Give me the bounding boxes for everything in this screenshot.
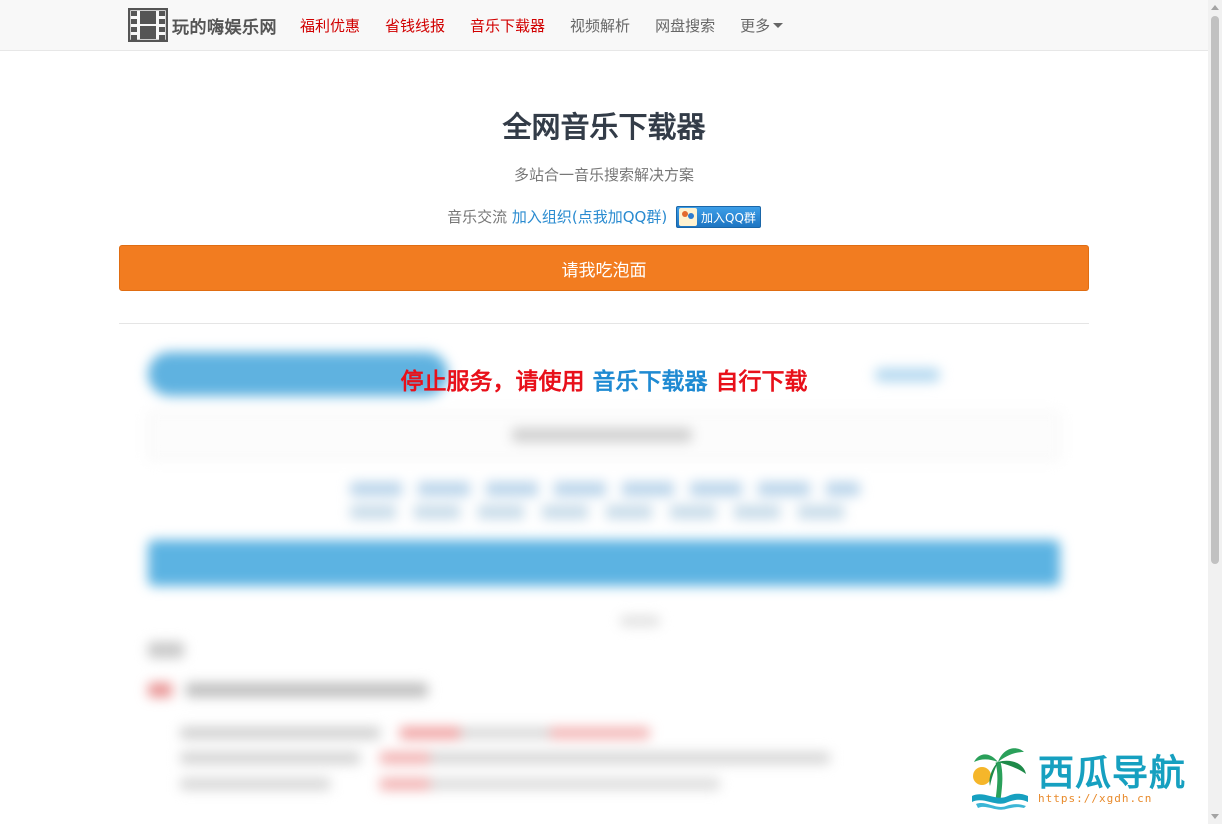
scroll-up-icon[interactable] <box>1211 5 1219 10</box>
palm-island-logo-icon <box>972 748 1028 810</box>
blurred-text-line <box>180 727 650 739</box>
blurred-small-text <box>620 616 660 626</box>
blurred-source-options <box>350 482 860 496</box>
watermark-title: 西瓜导航 <box>1038 752 1187 794</box>
site-watermark: 西瓜导航 https://xgdh.cn <box>968 740 1208 812</box>
notice-part2: 自行下载 <box>715 369 808 395</box>
blurred-text-line <box>148 683 428 697</box>
blurred-text-line <box>180 778 720 790</box>
vertical-scrollbar[interactable] <box>1208 0 1222 824</box>
service-stopped-notice: 停止服务，请使用 音乐下载器 自行下载 <box>0 362 1208 396</box>
scrollbar-thumb[interactable] <box>1211 16 1219 564</box>
scroll-down-icon[interactable] <box>1211 814 1219 819</box>
blurred-heading <box>148 642 184 658</box>
blurred-text-line <box>180 752 830 764</box>
notice-downloader-link[interactable]: 音乐下载器 <box>593 369 708 395</box>
blurred-submit-button <box>148 540 1060 586</box>
blurred-source-options-row2 <box>350 505 850 519</box>
notice-part1: 停止服务，请使用 <box>400 369 585 395</box>
watermark-url: https://xgdh.cn <box>1038 792 1153 805</box>
blurred-input-placeholder <box>512 428 692 442</box>
blurred-search-form <box>0 0 1208 824</box>
